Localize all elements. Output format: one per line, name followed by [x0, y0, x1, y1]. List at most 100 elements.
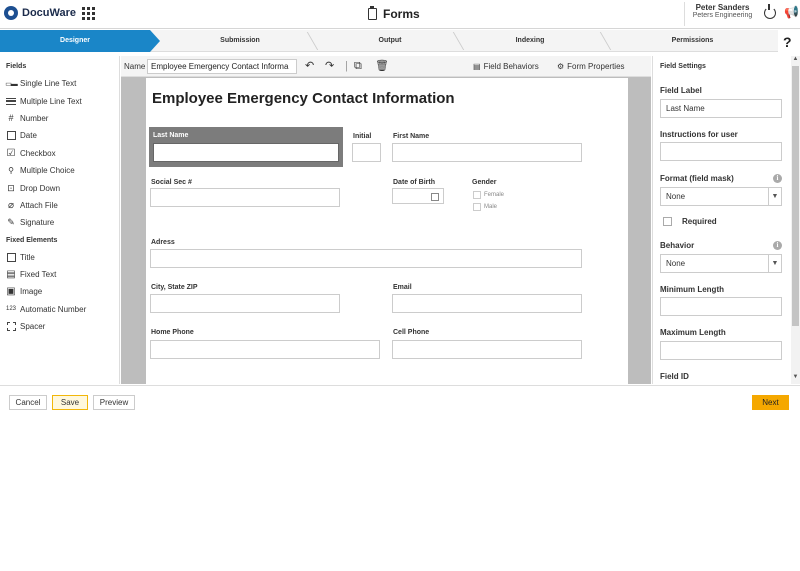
user-name: Peter Sanders	[695, 3, 750, 12]
field-behaviors-label: Field Behaviors	[483, 62, 539, 71]
email-label: Email	[393, 284, 412, 291]
signature-icon: ✎	[7, 217, 15, 228]
redo-icon[interactable]: ↷	[325, 60, 334, 72]
form-title[interactable]: Employee Emergency Contact Information	[152, 90, 455, 107]
gender-male-option[interactable]: Male	[473, 203, 497, 211]
field-behaviors-button[interactable]: ▤ Field Behaviors	[473, 62, 539, 71]
fields-panel: Fields ▭▬ Single Line Text Multiple Line…	[0, 56, 120, 384]
last-name-label: Last Name	[153, 132, 189, 139]
field-id-label: Field ID	[660, 372, 689, 381]
scroll-up-icon[interactable]: ▲	[791, 56, 800, 62]
city-state-zip-input[interactable]	[150, 294, 340, 313]
fixed-elements-heading: Fixed Elements	[6, 236, 58, 244]
form-name-label: Name	[124, 62, 146, 71]
field-spacer[interactable]: Spacer	[0, 318, 119, 335]
field-number[interactable]: # Number	[0, 110, 119, 127]
field-label-input[interactable]	[660, 99, 782, 118]
field-item-label: Fixed Text	[20, 270, 57, 280]
scrollbar-thumb[interactable]	[792, 66, 799, 326]
gear-icon: ⚙	[557, 62, 565, 71]
social-sec-input[interactable]	[150, 188, 340, 207]
radio-button[interactable]	[473, 203, 481, 211]
field-automatic-number[interactable]: 123 Automatic Number	[0, 301, 119, 318]
address-input[interactable]	[150, 249, 582, 268]
field-fixed-text[interactable]: ▤ Fixed Text	[0, 266, 119, 283]
required-label: Required	[682, 217, 717, 226]
info-icon[interactable]: i	[773, 241, 782, 250]
field-attach-file[interactable]: ⌀ Attach File	[0, 197, 119, 214]
calendar-icon[interactable]	[431, 193, 439, 201]
gender-female-label: Female	[484, 192, 505, 198]
field-multiple-choice[interactable]: ⚲ Multiple Choice	[0, 162, 119, 179]
behavior-select[interactable]: None ▼	[660, 254, 782, 273]
initial-input[interactable]	[352, 143, 381, 162]
field-drop-down[interactable]: ⊡ Drop Down	[0, 179, 119, 196]
form-name-input[interactable]	[147, 59, 297, 74]
gender-female-option[interactable]: Female	[473, 191, 504, 199]
form-properties-button[interactable]: ⚙ Form Properties	[557, 62, 625, 71]
field-item-label: Attach File	[20, 200, 58, 210]
field-date[interactable]: Date	[0, 127, 119, 144]
last-name-input[interactable]	[153, 143, 339, 162]
field-settings-panel: Field Settings Field Label Instructions …	[652, 56, 800, 384]
field-item-label: Spacer	[20, 322, 46, 332]
format-select[interactable]: None ▼	[660, 187, 782, 206]
next-button[interactable]: Next	[752, 395, 789, 410]
email-input[interactable]	[392, 294, 582, 313]
field-multiple-line-text[interactable]: Multiple Line Text	[0, 92, 119, 109]
undo-icon[interactable]: ↶	[305, 60, 314, 72]
field-behaviors-icon: ▤	[473, 62, 481, 71]
preview-button[interactable]: Preview	[93, 395, 135, 410]
format-select-value: None	[666, 192, 686, 201]
chevron-down-icon: ▼	[768, 188, 781, 205]
behavior-select-value: None	[666, 259, 686, 268]
power-icon[interactable]	[764, 4, 776, 19]
required-checkbox[interactable]	[663, 217, 672, 226]
radio-button[interactable]	[473, 191, 481, 199]
step-designer[interactable]: Designer	[0, 30, 160, 52]
city-state-zip-label: City, State ZIP	[151, 284, 198, 291]
help-icon[interactable]: ?	[783, 34, 792, 50]
step-output[interactable]: Output	[315, 30, 465, 52]
last-name-field-selected[interactable]: Last Name	[149, 127, 343, 167]
field-title[interactable]: Title	[0, 249, 119, 266]
instructions-input[interactable]	[660, 142, 782, 161]
field-signature[interactable]: ✎ Signature	[0, 214, 119, 231]
date-of-birth-input[interactable]	[392, 188, 444, 204]
field-label-label: Field Label	[660, 86, 702, 95]
multiple-choice-icon: ⚲	[8, 166, 14, 176]
field-image[interactable]: ▣ Image	[0, 283, 119, 300]
docuware-logo[interactable]: DocuWare	[4, 6, 76, 20]
settings-scrollbar[interactable]: ▲ ▼	[791, 56, 800, 384]
step-submission[interactable]: Submission	[165, 30, 315, 52]
app-grid-icon[interactable]	[82, 7, 95, 20]
field-single-line-text[interactable]: ▭▬ Single Line Text	[0, 75, 119, 92]
min-length-input[interactable]	[660, 297, 782, 316]
info-icon[interactable]: i	[773, 174, 782, 183]
save-button[interactable]: Save	[52, 395, 88, 410]
field-checkbox[interactable]: ☑ Checkbox	[0, 145, 119, 162]
field-item-label: Single Line Text	[20, 79, 77, 89]
wizard-steps: Designer Submission Output Indexing Perm…	[0, 30, 778, 52]
home-phone-label: Home Phone	[151, 329, 194, 336]
cancel-button[interactable]: Cancel	[9, 395, 47, 410]
single-line-text-icon: ▭▬	[5, 80, 18, 88]
step-indexing[interactable]: Indexing	[460, 30, 600, 52]
date-of-birth-label: Date of Birth	[393, 179, 435, 186]
max-length-input[interactable]	[660, 341, 782, 360]
home-phone-input[interactable]	[150, 340, 380, 359]
copy-icon[interactable]: ⧉	[354, 60, 362, 72]
checkbox-icon: ☑	[6, 147, 16, 159]
megaphone-icon[interactable]: 📢	[784, 5, 799, 19]
cell-phone-input[interactable]	[392, 340, 582, 359]
drop-down-icon: ⊡	[7, 182, 15, 193]
user-menu[interactable]: Peter Sanders Peters Engineering	[684, 2, 760, 26]
trash-icon[interactable]: 🗑	[375, 60, 389, 72]
step-permissions[interactable]: Permissions	[610, 30, 775, 52]
field-item-label: Multiple Choice	[20, 166, 75, 176]
first-name-input[interactable]	[392, 143, 582, 162]
scroll-down-icon[interactable]: ▼	[791, 374, 800, 380]
docuware-logo-icon	[4, 6, 18, 20]
field-item-label: Title	[20, 252, 35, 262]
field-item-label: Checkbox	[20, 148, 56, 158]
